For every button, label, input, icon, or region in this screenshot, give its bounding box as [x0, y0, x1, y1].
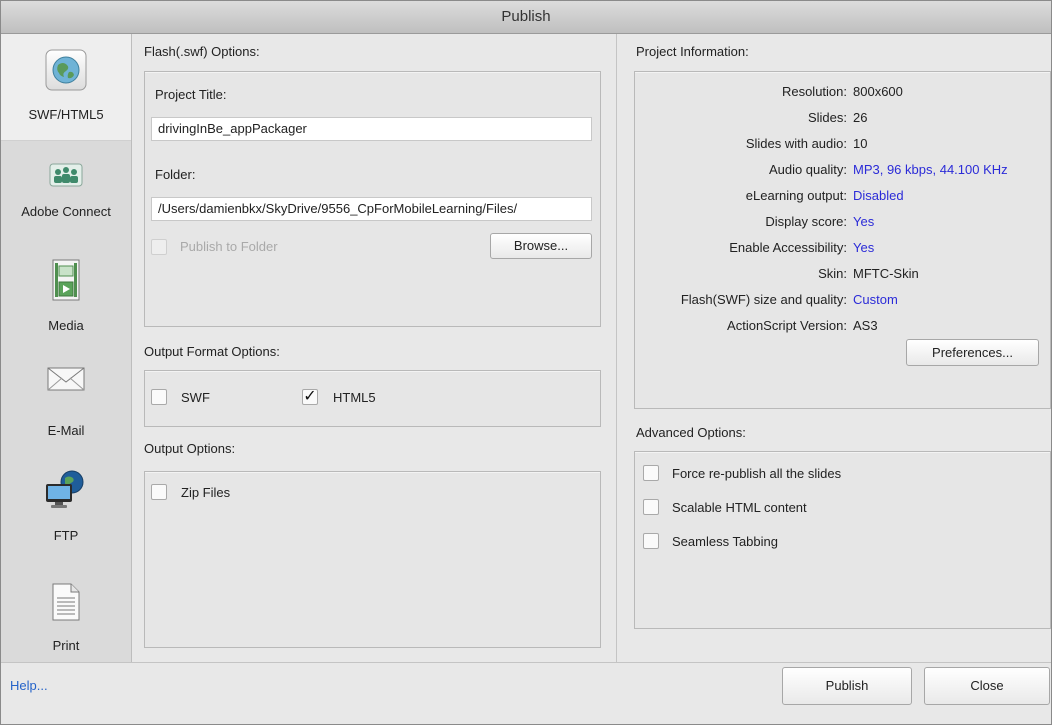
info-key: Flash(SWF) size and quality:	[680, 292, 847, 307]
publish-button[interactable]: Publish	[782, 667, 912, 705]
info-value-link[interactable]: Custom	[853, 292, 898, 307]
folder-path-field[interactable]: /Users/damienbkx/SkyDrive/9556_CpForMobi…	[151, 197, 592, 221]
info-key: Audio quality:	[768, 162, 847, 177]
info-value-link[interactable]: MP3, 96 kbps, 44.100 KHz	[853, 162, 1008, 177]
project-info-heading: Project Information:	[636, 44, 749, 59]
sidebar-item-label: SWF/HTML5	[28, 107, 104, 122]
info-value: 10	[853, 136, 868, 151]
globe-icon	[45, 49, 87, 91]
output-options-heading: Output Options:	[144, 441, 236, 456]
info-value-link[interactable]: Yes	[853, 240, 874, 255]
swf-label: SWF	[181, 390, 210, 405]
info-row: Flash(SWF) size and quality: Custom	[635, 292, 1049, 310]
window-title: Publish	[1, 1, 1051, 34]
scalable-html-label: Scalable HTML content	[672, 500, 807, 515]
footer-divider	[1, 662, 1051, 663]
publish-to-folder-checkbox[interactable]	[151, 239, 167, 255]
info-key: Slides:	[807, 110, 847, 125]
browse-button[interactable]: Browse...	[490, 233, 592, 259]
info-value: 26	[853, 110, 868, 125]
zip-files-checkbox[interactable]	[151, 484, 167, 500]
zip-files-label: Zip Files	[181, 485, 231, 500]
info-key: Skin:	[818, 266, 847, 281]
scalable-html-checkbox[interactable]	[643, 499, 659, 515]
sidebar-item-label: Print	[52, 638, 80, 653]
ftp-icon	[46, 470, 84, 508]
output-options-panel: Zip Files	[144, 471, 601, 648]
help-link[interactable]: Help...	[10, 678, 48, 693]
swf-checkbox[interactable]	[151, 389, 167, 405]
info-row: Display score: Yes	[635, 214, 1049, 232]
output-format-heading: Output Format Options:	[144, 344, 280, 359]
adobe-connect-icon	[49, 163, 83, 187]
envelope-icon	[47, 367, 85, 391]
html5-label: HTML5	[333, 390, 376, 405]
info-key: Enable Accessibility:	[729, 240, 847, 255]
force-republish-checkbox[interactable]	[643, 465, 659, 481]
sidebar-item-label: Media	[48, 318, 84, 333]
sidebar-item-email[interactable]: E-Mail	[1, 356, 131, 446]
info-value: MFTC-Skin	[853, 266, 919, 281]
seamless-tabbing-checkbox[interactable]	[643, 533, 659, 549]
column-divider	[616, 34, 617, 662]
sidebar-item-adobe-connect[interactable]: Adobe Connect	[1, 152, 131, 242]
sidebar-item-print[interactable]: Print	[1, 574, 131, 662]
info-row: Slides with audio: 10	[635, 136, 1049, 154]
info-key: Display score:	[765, 214, 847, 229]
info-row: eLearning output: Disabled	[635, 188, 1049, 206]
info-row: Enable Accessibility: Yes	[635, 240, 1049, 258]
flash-options-panel: Project Title: drivingInBe_appPackager F…	[144, 71, 601, 327]
advanced-options-panel: Force re-publish all the slides Scalable…	[634, 451, 1051, 629]
sidebar-item-label: FTP	[53, 528, 79, 543]
sidebar-item-swf-html5[interactable]: SWF/HTML5	[1, 34, 131, 141]
info-value-link[interactable]: Disabled	[853, 188, 904, 203]
sidebar-item-media[interactable]: Media	[1, 254, 131, 344]
preferences-button[interactable]: Preferences...	[906, 339, 1039, 366]
info-row: Slides: 26	[635, 110, 1049, 128]
folder-label: Folder:	[155, 167, 196, 182]
document-icon	[52, 583, 80, 621]
project-title-field[interactable]: drivingInBe_appPackager	[151, 117, 592, 141]
media-icon	[52, 259, 80, 301]
advanced-options-heading: Advanced Options:	[636, 425, 746, 440]
info-value: AS3	[853, 318, 878, 333]
project-info-panel: Resolution: 800x600 Slides: 26 Slides with a…	[634, 71, 1051, 409]
project-title-label: Project Title:	[155, 87, 227, 102]
info-row: Audio quality: MP3, 96 kbps, 44.100 KHz	[635, 162, 1049, 180]
publish-to-folder-label: Publish to Folder	[180, 239, 278, 254]
sidebar-item-label: E-Mail	[47, 423, 85, 438]
info-key: Resolution:	[781, 84, 847, 99]
info-row: Resolution: 800x600	[635, 84, 1049, 102]
output-format-panel: SWF ✓ HTML5	[144, 370, 601, 427]
info-key: eLearning output:	[745, 188, 847, 203]
force-republish-label: Force re-publish all the slides	[672, 466, 842, 481]
info-key: Slides with audio:	[745, 136, 847, 151]
seamless-tabbing-label: Seamless Tabbing	[672, 534, 778, 549]
html5-checkbox[interactable]: ✓	[302, 389, 318, 405]
info-row: ActionScript Version: AS3	[635, 318, 1049, 336]
sidebar-item-ftp[interactable]: FTP	[1, 464, 131, 554]
sidebar-item-label: Adobe Connect	[21, 204, 111, 219]
sidebar: SWF/HTML5 Adobe Connect Media E-Mail FTP…	[1, 34, 132, 662]
publish-dialog: Publish SWF/HTML5 Adobe Connect Media E-…	[0, 0, 1052, 725]
info-key: ActionScript Version:	[727, 318, 847, 333]
info-row: Skin: MFTC-Skin	[635, 266, 1049, 284]
info-value-link[interactable]: Yes	[853, 214, 874, 229]
info-value: 800x600	[853, 84, 903, 99]
close-button[interactable]: Close	[924, 667, 1050, 705]
flash-options-heading: Flash(.swf) Options:	[144, 44, 260, 59]
